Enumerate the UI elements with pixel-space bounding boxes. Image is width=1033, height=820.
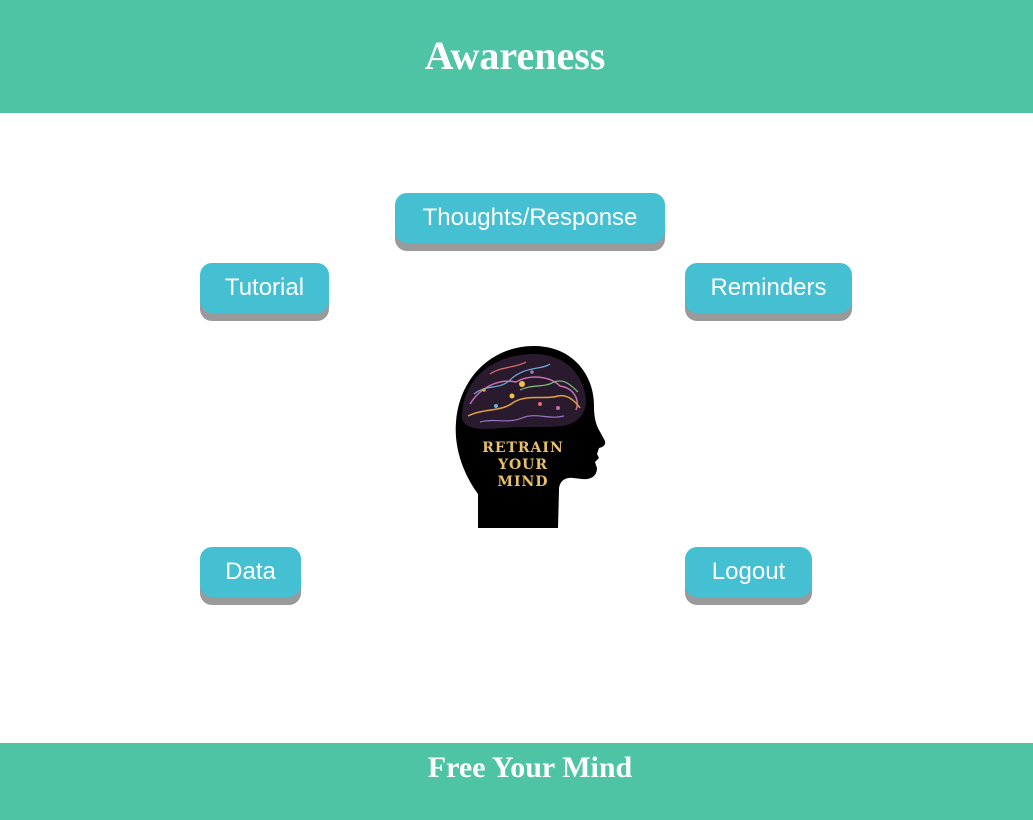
thoughts-response-button[interactable]: Thoughts/Response bbox=[395, 193, 665, 243]
data-button[interactable]: Data bbox=[200, 547, 301, 597]
graphic-text-line2: YOUR bbox=[497, 457, 548, 473]
tutorial-button[interactable]: Tutorial bbox=[200, 263, 329, 313]
graphic-text-line3: MIND bbox=[498, 474, 549, 490]
logout-button[interactable]: Logout bbox=[685, 547, 812, 597]
retrain-your-mind-head-image: RETRAIN YOUR MIND bbox=[455, 346, 606, 528]
reminders-button[interactable]: Reminders bbox=[685, 263, 852, 313]
footer-title: Free Your Mind bbox=[427, 751, 633, 784]
footer-banner: Free Your Mind bbox=[0, 743, 1033, 820]
graphic-text-line1: RETRAIN bbox=[482, 440, 564, 456]
header-banner: Awareness bbox=[0, 0, 1033, 113]
page-title: Awareness bbox=[424, 33, 606, 78]
